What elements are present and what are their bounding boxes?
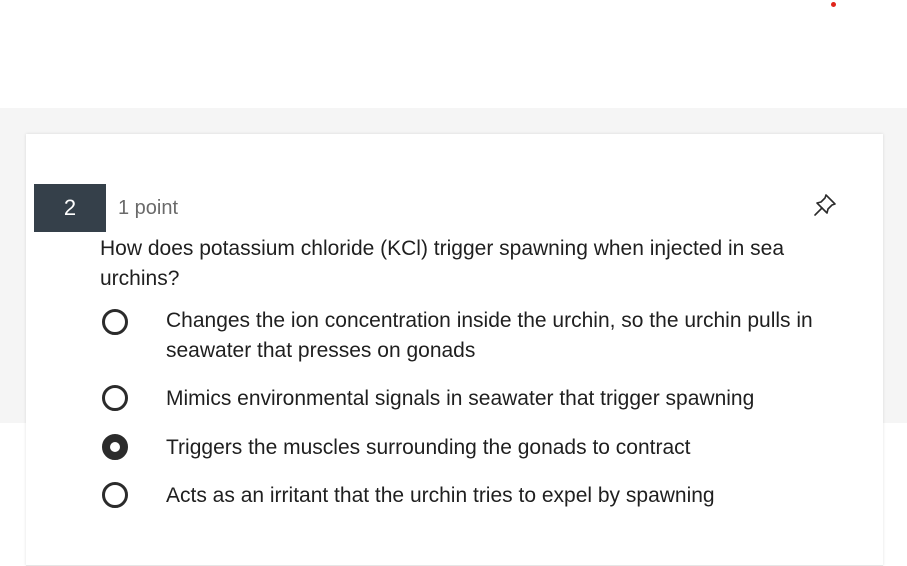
radio-button[interactable] — [102, 482, 128, 508]
notification-dot — [831, 2, 836, 7]
question-text: How does potassium chloride (KCl) trigge… — [100, 237, 785, 290]
question-number-badge: 2 — [34, 184, 106, 232]
radio-button[interactable] — [102, 385, 128, 411]
option-label: Mimics environmental signals in seawater… — [166, 387, 755, 410]
radio-button[interactable] — [102, 309, 128, 335]
option-label: Acts as an irritant that the urchin trie… — [166, 484, 715, 507]
radio-button-selected[interactable] — [102, 434, 128, 460]
option-2[interactable]: Mimics environmental signals in seawater… — [100, 384, 860, 414]
question-points: 1 point — [118, 197, 179, 219]
option-label: Triggers the muscles surrounding the gon… — [166, 436, 691, 459]
pin-icon[interactable] — [811, 191, 839, 219]
option-4[interactable]: Acts as an irritant that the urchin trie… — [100, 481, 860, 511]
option-3[interactable]: Triggers the muscles surrounding the gon… — [100, 433, 860, 463]
option-label: Changes the ion concentration inside the… — [166, 309, 813, 362]
option-1[interactable]: Changes the ion concentration inside the… — [100, 306, 860, 366]
